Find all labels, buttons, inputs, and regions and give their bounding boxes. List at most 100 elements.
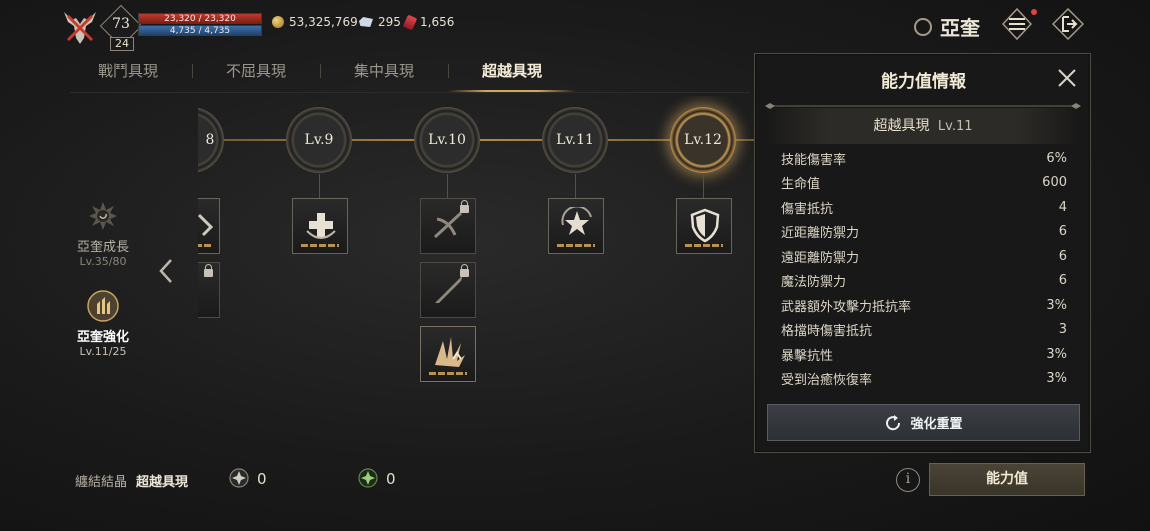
skill-slot-lv11[interactable] bbox=[548, 198, 604, 254]
stat-name: 魔法防禦力 bbox=[781, 275, 847, 291]
tab-focus[interactable]: 集中具現 bbox=[320, 60, 448, 86]
stat-row: 生命值 600 bbox=[781, 171, 1067, 196]
skill-slot-lv8-b[interactable] bbox=[198, 262, 220, 318]
crystal-label: 纏結結晶 bbox=[75, 475, 128, 490]
stat-name: 遠距離防禦力 bbox=[781, 250, 860, 266]
stat-row: 近距離防禦力 6 bbox=[781, 220, 1067, 245]
hp-bar: 23,320 / 23,320 bbox=[138, 13, 262, 24]
stat-name: 傷害抵抗 bbox=[781, 201, 834, 217]
ruby-amount: 1,656 bbox=[420, 15, 455, 29]
character-name-area[interactable]: 亞奎 bbox=[914, 12, 980, 41]
skill-slot-lv12[interactable] bbox=[676, 198, 732, 254]
stat-row: 受到治癒恢復率 3% bbox=[781, 367, 1067, 392]
enhance-icon bbox=[87, 290, 119, 322]
exit-icon[interactable] bbox=[1051, 7, 1085, 41]
skill-slot-lv10-a[interactable] bbox=[420, 198, 476, 254]
stat-value: 4 bbox=[1058, 199, 1067, 215]
growth-icon bbox=[87, 200, 119, 232]
reset-enhance-button[interactable]: 強化重置 bbox=[767, 404, 1080, 441]
skill-slot-lv8-a[interactable] bbox=[198, 198, 220, 254]
tree-node-lv9-label: Lv.9 bbox=[304, 132, 334, 148]
stat-row: 格擋時傷害抵抗 3 bbox=[781, 318, 1067, 343]
side-item-growth-level: Lv.35/80 bbox=[79, 255, 127, 268]
skill-slot-lv10-b[interactable] bbox=[420, 262, 476, 318]
stat-value: 6 bbox=[1058, 248, 1067, 264]
tabs-baseline bbox=[70, 92, 750, 93]
stat-value: 6% bbox=[1046, 150, 1067, 166]
gold-display: 53,325,769 bbox=[272, 15, 358, 29]
avatar-icon[interactable] bbox=[60, 8, 100, 46]
tab-unyielding[interactable]: 不屈具現 bbox=[192, 60, 320, 86]
stat-name: 受到治癒恢復率 bbox=[781, 373, 873, 389]
tab-combat[interactable]: 戰鬥具現 bbox=[64, 60, 192, 86]
tree-node-lv8[interactable]: 8 bbox=[198, 107, 224, 173]
close-icon[interactable] bbox=[1055, 66, 1079, 90]
spike-burst-icon bbox=[435, 337, 465, 367]
ruby-display: 1,656 bbox=[402, 13, 455, 31]
tab-transcend[interactable]: 超越具現 bbox=[448, 60, 576, 86]
stat-row: 魔法防禦力 6 bbox=[781, 269, 1067, 294]
skill-slot-lv10-c[interactable] bbox=[420, 326, 476, 382]
tree-node-lv11[interactable]: Lv.11 bbox=[542, 107, 608, 173]
spinning-star-icon bbox=[561, 207, 592, 235]
stats-button[interactable]: 能力值 bbox=[929, 463, 1085, 496]
lock-icon bbox=[204, 264, 213, 277]
tangle-crystal-icon bbox=[229, 468, 249, 488]
ruby-icon bbox=[402, 13, 418, 31]
lock-icon bbox=[460, 200, 469, 213]
stat-row: 傷害抵抗 4 bbox=[781, 195, 1067, 220]
stat-value: 3% bbox=[1046, 346, 1067, 362]
scroll-left-arrow-icon[interactable] bbox=[154, 256, 178, 286]
green-crystal-icon bbox=[358, 468, 378, 488]
panel-subtitle: 超越具現 Lv.11 bbox=[765, 108, 1081, 144]
character-switch-icon[interactable] bbox=[914, 17, 932, 36]
tree-node-lv12-label: Lv.12 bbox=[684, 132, 722, 148]
tree-node-lv11-label: Lv.11 bbox=[556, 132, 594, 148]
active-tab-indicator bbox=[448, 90, 576, 92]
notification-dot bbox=[1031, 9, 1037, 15]
stat-row: 遠距離防禦力 6 bbox=[781, 244, 1067, 269]
mp-bar: 4,735 / 4,735 bbox=[138, 25, 262, 36]
reset-enhance-label: 強化重置 bbox=[910, 417, 963, 432]
tree-node-lv9[interactable]: Lv.9 bbox=[286, 107, 352, 173]
side-item-growth[interactable]: 亞奎成長 Lv.35/80 bbox=[58, 200, 148, 268]
title-ornament bbox=[765, 95, 1081, 109]
stat-name: 武器額外攻擊力抵抗率 bbox=[781, 299, 912, 315]
stat-row: 暴擊抗性 3% bbox=[781, 342, 1067, 367]
heal-plus-icon bbox=[306, 213, 336, 239]
stat-name: 格擋時傷害抵抗 bbox=[781, 324, 873, 340]
stat-value: 3 bbox=[1058, 322, 1067, 338]
crystal-gem-icon bbox=[359, 17, 373, 27]
side-item-enhance[interactable]: 亞奎強化 Lv.11/25 bbox=[58, 290, 148, 358]
node-connector bbox=[703, 174, 704, 198]
node-connector bbox=[319, 174, 320, 198]
side-item-growth-label: 亞奎成長 bbox=[76, 240, 129, 255]
character-name: 亞奎 bbox=[940, 16, 980, 40]
stat-value: 3% bbox=[1046, 297, 1067, 313]
stat-name: 生命值 bbox=[781, 177, 821, 193]
gem-display: 295 bbox=[359, 15, 401, 29]
menu-icon[interactable] bbox=[1001, 7, 1033, 41]
skill-tree: 8 Lv.9 Lv.10 Lv.11 Lv.12 bbox=[198, 96, 754, 416]
shield-icon bbox=[690, 208, 720, 243]
tree-node-lv12[interactable]: Lv.12 bbox=[670, 107, 736, 173]
tangle-crystal-count: 0 bbox=[257, 470, 267, 488]
gold-coin-icon bbox=[272, 16, 284, 28]
stat-value: 3% bbox=[1046, 371, 1067, 387]
player-sub-level: 24 bbox=[110, 37, 134, 51]
stat-row: 技能傷害率 6% bbox=[781, 146, 1067, 171]
gem-amount: 295 bbox=[378, 15, 401, 29]
skill-slot-lv9[interactable] bbox=[292, 198, 348, 254]
stat-row: 武器額外攻擊力抵抗率 3% bbox=[781, 293, 1067, 318]
stat-name: 技能傷害率 bbox=[781, 152, 847, 168]
stat-value: 600 bbox=[1042, 175, 1067, 191]
info-icon[interactable]: i bbox=[896, 468, 920, 492]
node-connector bbox=[575, 174, 576, 198]
green-crystal-count: 0 bbox=[386, 470, 396, 488]
stat-info-panel: 能力值情報 超越具現 Lv.11 技能傷害率 6% 生命值 600 傷害抵抗 4… bbox=[754, 53, 1091, 453]
stat-value: 6 bbox=[1058, 224, 1067, 240]
node-connector bbox=[447, 174, 448, 198]
tree-node-lv10[interactable]: Lv.10 bbox=[414, 107, 480, 173]
tree-node-lv8-label: 8 bbox=[205, 132, 215, 148]
stat-name: 暴擊抗性 bbox=[781, 348, 834, 364]
